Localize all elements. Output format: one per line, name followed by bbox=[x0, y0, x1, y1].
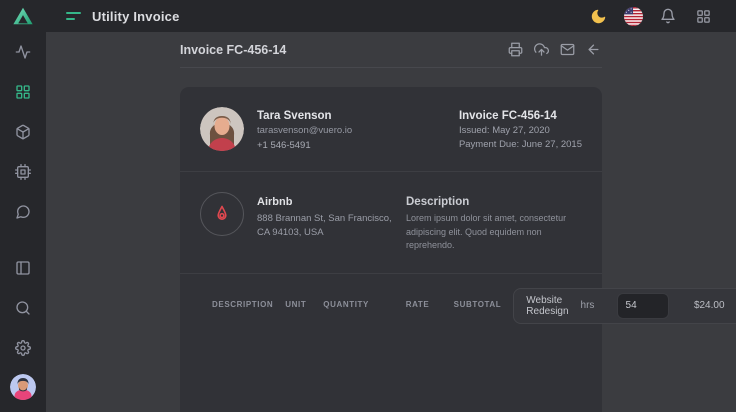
sidebar-item-activity[interactable] bbox=[7, 36, 39, 68]
topbar: Utility Invoice bbox=[0, 0, 736, 32]
topbar-actions bbox=[587, 5, 714, 27]
header-unit: UNIT bbox=[273, 300, 311, 309]
app-logo-icon[interactable] bbox=[0, 0, 46, 32]
customer-phone: +1 546-5491 bbox=[257, 140, 352, 151]
description-block: Description Lorem ipsum dolor sit amet, … bbox=[406, 192, 582, 253]
header-description: DESCRIPTION bbox=[200, 300, 273, 309]
arrow-left-icon[interactable] bbox=[585, 41, 602, 58]
quantity-input[interactable] bbox=[617, 293, 669, 319]
cloud-upload-icon[interactable] bbox=[533, 41, 550, 58]
moon-icon[interactable] bbox=[587, 5, 609, 27]
customer-section: Tara Svenson tarasvenson@vuero.io +1 546… bbox=[180, 87, 602, 171]
item-subtotal: $1,296.00 bbox=[725, 300, 736, 311]
search-icon[interactable] bbox=[7, 292, 39, 324]
table-header: DESCRIPTION UNIT QUANTITY RATE SUBTOTAL bbox=[200, 288, 513, 321]
mail-icon[interactable] bbox=[559, 41, 576, 58]
page-actions bbox=[507, 41, 602, 58]
sidebar bbox=[0, 0, 46, 412]
company-name: Airbnb bbox=[257, 196, 392, 208]
sidebar-item-products[interactable] bbox=[7, 116, 39, 148]
table-row: Website Redesign hrs $24.00 $1,296.00 bbox=[513, 288, 736, 324]
panel-layout-icon[interactable] bbox=[7, 252, 39, 284]
invoice-number: Invoice FC-456-14 bbox=[459, 110, 582, 122]
company-address: 888 Brannan St, San Francisco, CA 94103,… bbox=[257, 212, 392, 241]
company-address-line1: 888 Brannan St, San Francisco, bbox=[257, 213, 392, 224]
customer-avatar bbox=[200, 107, 244, 151]
customer-name: Tara Svenson bbox=[257, 110, 352, 122]
menu-toggle-icon[interactable] bbox=[66, 12, 81, 20]
main-area: Invoice FC-456-14 bbox=[46, 32, 736, 412]
header-rate: RATE bbox=[371, 300, 429, 309]
apps-grid-icon[interactable] bbox=[692, 5, 714, 27]
customer-info: Tara Svenson tarasvenson@vuero.io +1 546… bbox=[257, 107, 352, 151]
airbnb-logo-icon bbox=[200, 192, 244, 236]
page-header: Invoice FC-456-14 bbox=[180, 32, 602, 68]
description-title: Description bbox=[406, 196, 582, 208]
company-section: Airbnb 888 Brannan St, San Francisco, CA… bbox=[180, 171, 602, 273]
invoice-issued: Issued: May 27, 2020 bbox=[459, 125, 582, 136]
header-subtotal: SUBTOTAL bbox=[429, 300, 513, 309]
item-rate: $24.00 bbox=[667, 300, 725, 311]
invoice-meta: Invoice FC-456-14 Issued: May 27, 2020 P… bbox=[459, 107, 582, 151]
us-flag-icon[interactable] bbox=[622, 5, 644, 27]
sidebar-item-dashboard[interactable] bbox=[7, 76, 39, 108]
header-quantity: QUANTITY bbox=[311, 300, 371, 309]
company-info: Airbnb 888 Brannan St, San Francisco, CA… bbox=[257, 192, 392, 253]
description-body: Lorem ipsum dolor sit amet, consectetur … bbox=[406, 212, 582, 253]
bell-icon[interactable] bbox=[657, 5, 679, 27]
item-description: Website Redesign bbox=[514, 295, 568, 317]
print-icon[interactable] bbox=[507, 41, 524, 58]
page-title: Invoice FC-456-14 bbox=[180, 43, 286, 57]
line-items-section: DESCRIPTION UNIT QUANTITY RATE SUBTOTAL … bbox=[180, 273, 602, 338]
user-avatar[interactable] bbox=[10, 374, 36, 400]
item-unit: hrs bbox=[569, 300, 607, 311]
invoice-card: Tara Svenson tarasvenson@vuero.io +1 546… bbox=[180, 87, 602, 412]
customer-email: tarasvenson@vuero.io bbox=[257, 125, 352, 136]
gear-icon[interactable] bbox=[7, 332, 39, 364]
company-address-line2: CA 94103, USA bbox=[257, 227, 324, 238]
app-title: Utility Invoice bbox=[92, 9, 180, 24]
invoice-due: Payment Due: June 27, 2015 bbox=[459, 139, 582, 150]
sidebar-bottom bbox=[7, 248, 39, 412]
sidebar-item-components[interactable] bbox=[7, 156, 39, 188]
sidebar-item-messages[interactable] bbox=[7, 196, 39, 228]
